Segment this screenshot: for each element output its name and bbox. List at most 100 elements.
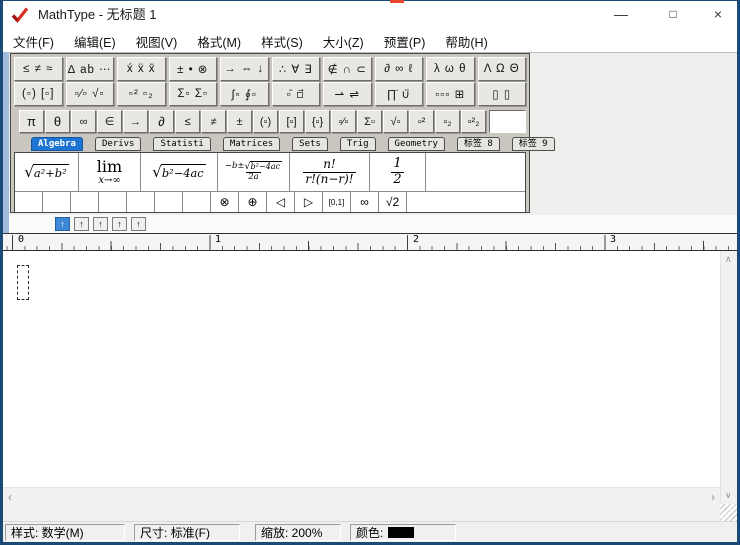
menu-preferences[interactable]: 预置(P) [374,32,436,51]
matrix-templates-palette[interactable]: ▫▫▫ ⊞ [426,82,475,106]
small-template-otimes[interactable]: ⊗ [211,192,239,212]
vertical-scrollbar[interactable]: ∧ ∨ [720,251,737,504]
template-limit[interactable]: limx→∞ [79,153,141,191]
small-template-empty-7[interactable] [183,192,211,212]
tab-statistics[interactable]: Statisti [153,137,210,151]
tab-algebra[interactable]: Algebra [31,137,83,151]
template-one-half[interactable]: 12 [370,153,426,191]
fence-templates-palette[interactable]: (▫) [▫] [14,82,63,106]
logic-symbols-palette[interactable]: ∴ ∀ ∃ [272,57,321,81]
bar-templates-palette[interactable]: ▫̄ ▫⃗ [272,82,321,106]
small-template-empty-3[interactable] [71,192,99,212]
expression-template-row: √a²+b² limx→∞ √b²−4ac −b±√b²−4ac 2a n!r!… [15,153,525,192]
infinity-button[interactable]: ∞ [71,110,96,133]
subsup-template-button[interactable]: ▫²₂ [461,110,486,133]
close-button[interactable]: × [702,0,734,30]
small-template-interval[interactable]: [0,1] [323,192,351,212]
small-template-rtri[interactable]: ▷ [295,192,323,212]
tab-geometry[interactable]: Geometry [388,137,445,151]
menu-help[interactable]: 帮助(H) [435,32,497,51]
set-theory-symbols-palette[interactable]: ∉ ∩ ⊂ [323,57,372,81]
integral-templates-palette[interactable]: ∫▫ ∮▫ [220,82,269,106]
menu-style[interactable]: 样式(S) [251,32,313,51]
tabstop-left-button[interactable]: ↑ [55,217,70,231]
plus-minus-button[interactable]: ± [227,110,252,133]
menu-size[interactable]: 大小(Z) [313,32,374,51]
tab-label-8[interactable]: 标签 8 [457,137,500,151]
ruler-mark: 3 [610,234,616,245]
template-quadratic-formula[interactable]: −b±√b²−4ac 2a [218,153,290,191]
menu-edit[interactable]: 编辑(E) [64,32,126,51]
subscript-template-button[interactable]: ▫₂ [435,110,460,133]
small-template-empty-1[interactable] [15,192,43,212]
maximize-button[interactable]: □ [656,0,690,30]
misc-symbols-palette[interactable]: ∂ ∞ ℓ [375,57,424,81]
small-template-oplus[interactable]: ⊕ [239,192,267,212]
box-templates-palette[interactable]: ▯ ▯ [478,82,527,106]
menu-view[interactable]: 视图(V) [126,32,188,51]
greek-uppercase-palette[interactable]: Λ Ω Θ [478,57,527,81]
empty-slot-cursor[interactable] [17,265,29,300]
status-color: 颜色: [350,524,456,541]
menu-file[interactable]: 文件(F) [3,32,64,51]
fraction-radical-templates-palette[interactable]: ▫∕▫ √▫ [66,82,115,106]
script-templates-palette[interactable]: ▫² ▫₂ [117,82,166,106]
tab-matrices[interactable]: Matrices [223,137,280,151]
sqrt-template-button[interactable]: √▫ [383,110,408,133]
pi-button[interactable]: π [19,110,44,133]
tabstop-center-button[interactable]: ↑ [74,217,89,231]
arrow-symbols-palette[interactable]: → ⇔ ↓ [220,57,269,81]
scroll-up-icon[interactable]: ∧ [725,255,732,264]
ruler-mark: 0 [18,234,24,245]
horizontal-scrollbar[interactable]: ‹ › [3,487,720,504]
greek-lowercase-palette[interactable]: λ ω θ [426,57,475,81]
tab-sets[interactable]: Sets [292,137,328,151]
scroll-down-icon[interactable]: ∨ [725,491,732,500]
small-template-empty-4[interactable] [99,192,127,212]
tab-trig[interactable]: Trig [340,137,376,151]
operator-symbols-palette[interactable]: ± • ⊗ [169,57,218,81]
small-template-infinity[interactable]: ∞ [351,192,379,212]
theta-button[interactable]: θ [45,110,70,133]
tabstop-row: ↑ ↑ ↑ ↑ ↑ [3,215,737,233]
ruler[interactable]: 0 1 2 3 [3,233,737,251]
neq-button[interactable]: ≠ [201,110,226,133]
tab-derivs[interactable]: Derivs [95,137,142,151]
small-template-empty-2[interactable] [43,192,71,212]
titlebar-red-mark [390,0,404,3]
sum-templates-palette[interactable]: Σ▫ Σ▫ [169,82,218,106]
sum-template-button[interactable]: Σ▫ [357,110,382,133]
product-set-templates-palette[interactable]: ∏̈ ∪̈ [375,82,424,106]
menu-format[interactable]: 格式(M) [187,32,251,51]
template-sqrt-a2-b2[interactable]: √a²+b² [15,153,79,191]
small-template-sqrt2[interactable]: √2 [379,192,407,212]
leq-button[interactable]: ≤ [175,110,200,133]
labeled-arrow-templates-palette[interactable]: ⇀ ⇌ [323,82,372,106]
tab-label-9[interactable]: 标签 9 [512,137,555,151]
small-template-empty-6[interactable] [155,192,183,212]
tabstop-relational-button[interactable]: ↑ [131,217,146,231]
resize-grip[interactable] [720,504,737,521]
superscript-template-button[interactable]: ▫² [409,110,434,133]
parens-template-button[interactable]: (▫) [253,110,278,133]
brackets-template-button[interactable]: [▫] [279,110,304,133]
fraction-template-button[interactable]: ▫∕▫ [331,110,356,133]
template-combination[interactable]: n!r!(n−r)! [290,153,370,191]
braces-template-button[interactable]: {▫} [305,110,330,133]
minimize-button[interactable]: — [604,0,638,30]
right-arrow-button[interactable]: → [123,110,148,133]
partial-button[interactable]: ∂ [149,110,174,133]
spaces-ellipses-palette[interactable]: ∆ ab ⋯ [66,57,115,81]
element-of-button[interactable]: ∈ [97,110,122,133]
scroll-left-icon[interactable]: ‹ [8,491,12,503]
tabstop-right-button[interactable]: ↑ [93,217,108,231]
small-template-ltri[interactable]: ◁ [267,192,295,212]
relational-symbols-palette[interactable]: ≤ ≠ ≈ [14,57,63,81]
template-discriminant[interactable]: √b²−4ac [141,153,218,191]
equation-editing-area[interactable]: ∧ ∨ ‹ › [3,251,737,521]
tabstop-decimal-button[interactable]: ↑ [112,217,127,231]
scroll-right-icon[interactable]: › [711,491,715,503]
embellishments-palette[interactable]: x́ ẍ x̄ [117,57,166,81]
status-zoom: 缩放: 200% [255,524,341,541]
small-template-empty-5[interactable] [127,192,155,212]
